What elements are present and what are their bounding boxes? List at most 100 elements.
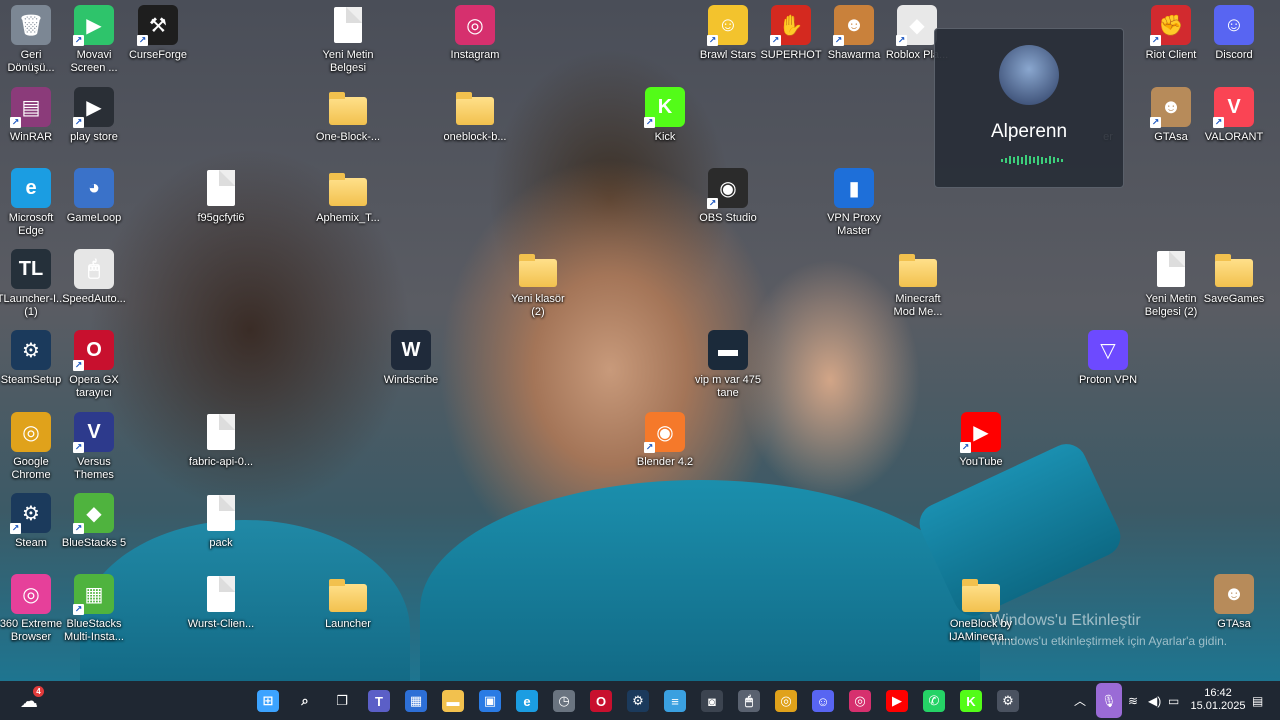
desktop-icon-label: Launcher [325, 618, 371, 630]
desktop-icon-label: GTAsa [1154, 131, 1188, 143]
wave-bar [1061, 158, 1063, 162]
text-document-icon [328, 5, 368, 45]
teams-icon[interactable]: T [368, 690, 390, 712]
opera-gx-icon[interactable]: O [590, 690, 612, 712]
show-hidden-icons-button[interactable]: ︿ [1074, 681, 1086, 720]
desktop-icon[interactable]: f95gcfyti6 [182, 168, 260, 225]
gameloop-icon: ◕ [74, 168, 114, 208]
windscribe-icon: W [391, 330, 431, 370]
desktop-icon[interactable]: ◕ GameLoop [55, 168, 133, 225]
desktop-icon[interactable]: One-Block-... [309, 87, 387, 144]
desktop-icon-label: Geri Dönüşü... [7, 49, 55, 74]
desktop-icon[interactable]: ◎ Instagram [436, 5, 514, 62]
roblox-icon: ◆ ↗ [896, 5, 937, 46]
calculator-icon[interactable]: ▦ [405, 690, 427, 712]
desktop-icon-label: Yeni klasör (2) [511, 293, 565, 318]
edge-icon[interactable]: e [516, 690, 538, 712]
notepad-icon[interactable]: ≡ [664, 690, 686, 712]
bluestacks-multi-icon: ▦ ↗ [73, 574, 114, 615]
start-button[interactable]: ⊞ [257, 690, 279, 712]
instagram-icon[interactable]: ◎ [849, 690, 871, 712]
settings-app-icon[interactable]: ⚙ [997, 690, 1019, 712]
desktop-icon[interactable]: SaveGames [1195, 249, 1273, 306]
battery-icon[interactable]: ▭ [1168, 681, 1179, 720]
desktop-icon[interactable]: Minecraft Mod Me... [879, 249, 957, 319]
file-explorer-icon[interactable]: ▬ [442, 690, 464, 712]
shortcut-arrow-icon: ↗ [833, 35, 844, 46]
wave-bar [1029, 156, 1031, 164]
desktop-icon[interactable]: Aphemix_T... [309, 168, 387, 225]
desktop-icon[interactable]: ▦ ↗ BlueStacks Multi-Insta... [55, 574, 133, 644]
desktop-icon[interactable]: ▬ vip m var 475 tane [689, 330, 767, 400]
shortcut-arrow-icon: ↗ [73, 360, 84, 371]
folder-icon [328, 87, 368, 127]
mouse-app-icon[interactable]: 🖱 [738, 690, 760, 712]
desktop-icon-label: f95gcfyti6 [197, 212, 245, 224]
wallpaper-figure [420, 480, 980, 681]
movavi-icon: ▶ ↗ [73, 5, 114, 46]
desktop[interactable]: 🗑 Geri Dönüşü... ▶ ↗ Movavi Screen ... ⚒ ↗ Curs… [0, 0, 1280, 681]
activation-watermark-subtitle: Windows'u etkinleştirmek için Ayarlar'a … [990, 634, 1228, 648]
desktop-icon-label: Opera GX tarayıcı [69, 374, 119, 399]
desktop-icon[interactable]: ▮ VPN Proxy Master [815, 168, 893, 238]
shortcut-arrow-icon: ↗ [896, 35, 907, 46]
desktop-icon-label: Blender 4.2 [636, 456, 694, 468]
task-view-icon[interactable]: ❐ [331, 690, 353, 712]
desktop-icon-label: VPN Proxy Master [827, 212, 881, 237]
steam-icon[interactable]: ⚙ [627, 690, 649, 712]
wave-bar [1057, 158, 1059, 162]
desktop-icon-label: OBS Studio [699, 212, 757, 224]
notification-center-icon[interactable]: ▤ [1252, 681, 1263, 720]
desktop-icon[interactable]: ☺ Discord [1195, 5, 1273, 62]
weather-widget-icon[interactable]: ☁ 4 [18, 686, 44, 712]
desktop-icon[interactable]: fabric-api-0... [182, 412, 260, 469]
camera-icon[interactable]: ◙ [701, 690, 723, 712]
shortcut-arrow-icon: ↗ [707, 198, 718, 209]
desktop-icon-label: Yeni Metin Belgesi (2) [1144, 293, 1198, 318]
desktop-icon[interactable]: oneblock-b... [436, 87, 514, 144]
shortcut-arrow-icon: ↗ [770, 35, 781, 46]
chrome-icon[interactable]: ◎ [775, 690, 797, 712]
desktop-icon[interactable]: Launcher [309, 574, 387, 631]
shortcut-arrow-icon: ↗ [644, 117, 655, 128]
desktop-icon[interactable]: W Windscribe [372, 330, 450, 387]
microsoft-store-icon[interactable]: ▣ [479, 690, 501, 712]
voice-activity-icon [1001, 155, 1063, 165]
tlauncher-icon: TL [11, 249, 51, 289]
desktop-icon[interactable]: pack [182, 493, 260, 550]
desktop-icon[interactable]: ☻ GTAsa [1195, 574, 1273, 631]
desktop-icon-label: One-Block-... [315, 131, 381, 143]
desktop-icon[interactable]: ⚒ ↗ CurseForge [119, 5, 197, 62]
desktop-icon[interactable]: V ↗ VALORANT [1195, 87, 1273, 144]
desktop-icon[interactable]: ◆ ↗ BlueStacks 5 [55, 493, 133, 550]
wifi-icon[interactable]: ≋ [1128, 681, 1138, 720]
desktop-icon[interactable]: Yeni klasör (2) [499, 249, 577, 319]
wave-bar [1045, 157, 1047, 163]
discord-icon[interactable]: ☺ [812, 690, 834, 712]
clock[interactable]: 16:42 15.01.2025 [1188, 687, 1248, 713]
desktop-icon[interactable]: Wurst-Clien... [182, 574, 260, 631]
desktop-icon-label: pack [209, 537, 233, 549]
desktop-icon[interactable]: ▶ ↗ play store [55, 87, 133, 144]
desktop-icon[interactable]: ◉ ↗ OBS Studio [689, 168, 767, 225]
desktop-icon[interactable]: O ↗ Opera GX tarayıcı [55, 330, 133, 400]
desktop-icon-label: Shawarma [827, 49, 881, 61]
kick-icon[interactable]: K [960, 690, 982, 712]
microphone-icon[interactable]: 🎙 [1096, 683, 1122, 718]
desktop-icon[interactable]: ▶ ↗ YouTube [942, 412, 1020, 469]
whatsapp-icon[interactable]: ✆ [923, 690, 945, 712]
recycle-bin-icon: 🗑 [11, 5, 51, 45]
desktop-icon[interactable]: ▽ Proton VPN [1069, 330, 1147, 387]
desktop-icon[interactable]: K ↗ Kick [626, 87, 704, 144]
voice-user-name: Alperenn [990, 121, 1068, 142]
desktop-icon[interactable]: ◉ ↗ Blender 4.2 [626, 412, 704, 469]
youtube-icon[interactable]: ▶ [886, 690, 908, 712]
proton-vpn-icon: ▽ [1088, 330, 1128, 370]
desktop-icon[interactable]: 🖱 SpeedAuto... [55, 249, 133, 306]
clock-app-icon[interactable]: ◷ [553, 690, 575, 712]
desktop-icon[interactable]: Yeni Metin Belgesi [309, 5, 387, 75]
volume-icon[interactable]: ◀) [1148, 681, 1161, 720]
desktop-icon[interactable]: V ↗ Versus Themes [55, 412, 133, 482]
desktop-icon-label: Google Chrome [11, 456, 51, 481]
search-icon[interactable]: ⌕ [294, 690, 316, 712]
